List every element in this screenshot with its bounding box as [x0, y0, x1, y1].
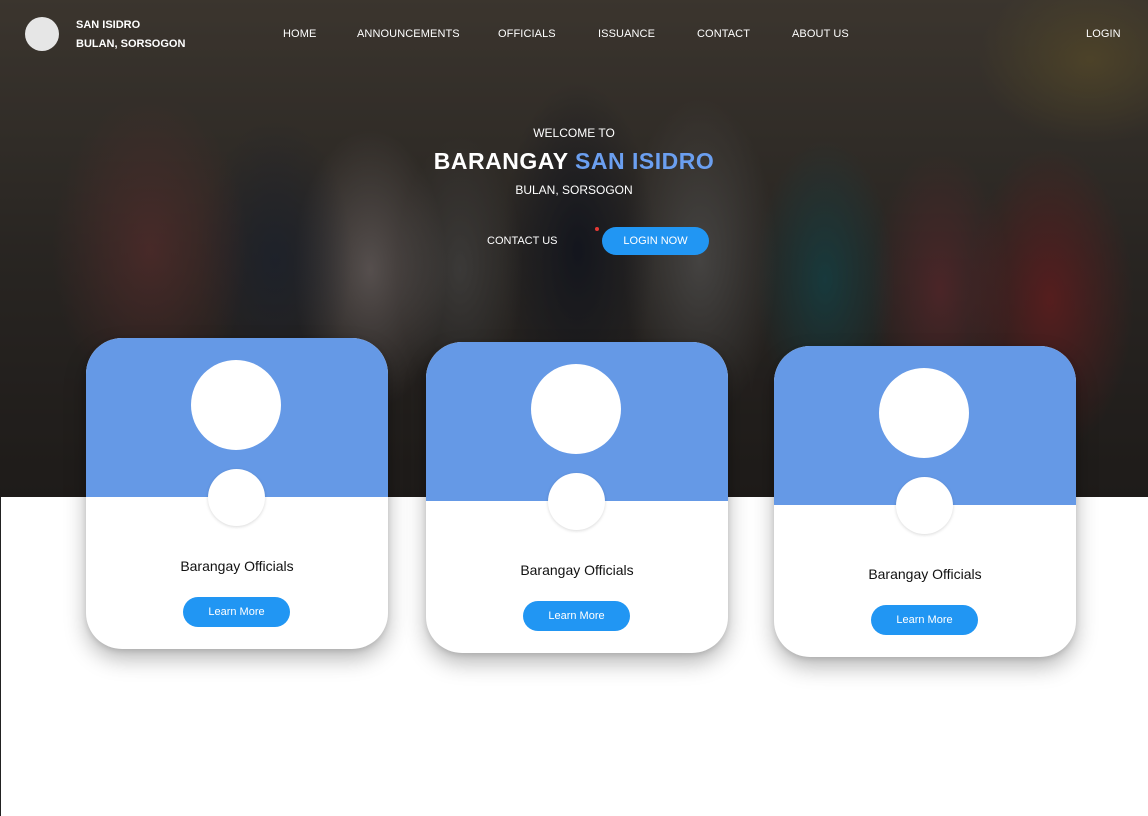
contact-us-link[interactable]: CONTACT US: [487, 235, 558, 247]
brand-line2: BULAN, SORSOGON: [76, 38, 186, 50]
card-icon-circle: [208, 469, 265, 526]
officials-card: Barangay Officials Learn More: [86, 338, 388, 649]
card-image: [879, 368, 969, 458]
barangay-logo[interactable]: [25, 17, 59, 51]
card-image: [191, 360, 281, 450]
officials-card: Barangay Officials Learn More: [774, 346, 1076, 657]
hero-subtitle: BULAN, SORSOGON: [515, 183, 633, 197]
nav-about-us[interactable]: ABOUT US: [792, 28, 849, 40]
nav-contact[interactable]: CONTACT: [697, 28, 750, 40]
learn-more-button[interactable]: Learn More: [871, 605, 978, 635]
learn-more-button[interactable]: Learn More: [183, 597, 290, 627]
page-border: [0, 497, 1, 816]
notification-dot: [595, 227, 599, 231]
hero-welcome: WELCOME TO: [533, 126, 615, 140]
card-icon-circle: [548, 473, 605, 530]
hero-title: BARANGAY SAN ISIDRO: [0, 148, 1148, 175]
nav-home[interactable]: HOME: [283, 28, 316, 40]
brand-name[interactable]: SAN ISIDRO BULAN, SORSOGON: [76, 16, 185, 54]
card-icon-circle: [896, 477, 953, 534]
card-title: Barangay Officials: [180, 558, 294, 574]
hero-title-accent: SAN ISIDRO: [575, 148, 715, 174]
nav-officials[interactable]: OFFICIALS: [498, 28, 556, 40]
card-title: Barangay Officials: [868, 566, 982, 582]
nav-announcements[interactable]: ANNOUNCEMENTS: [357, 28, 460, 40]
nav-issuance[interactable]: ISSUANCE: [598, 28, 655, 40]
learn-more-button[interactable]: Learn More: [523, 601, 630, 631]
officials-card: Barangay Officials Learn More: [426, 342, 728, 653]
card-title: Barangay Officials: [520, 562, 634, 578]
hero-title-prefix: BARANGAY: [433, 148, 576, 174]
card-image: [531, 364, 621, 454]
nav-login[interactable]: LOGIN: [1086, 28, 1121, 40]
brand-line1: SAN ISIDRO: [76, 19, 141, 31]
login-now-button[interactable]: LOGIN NOW: [602, 227, 709, 255]
